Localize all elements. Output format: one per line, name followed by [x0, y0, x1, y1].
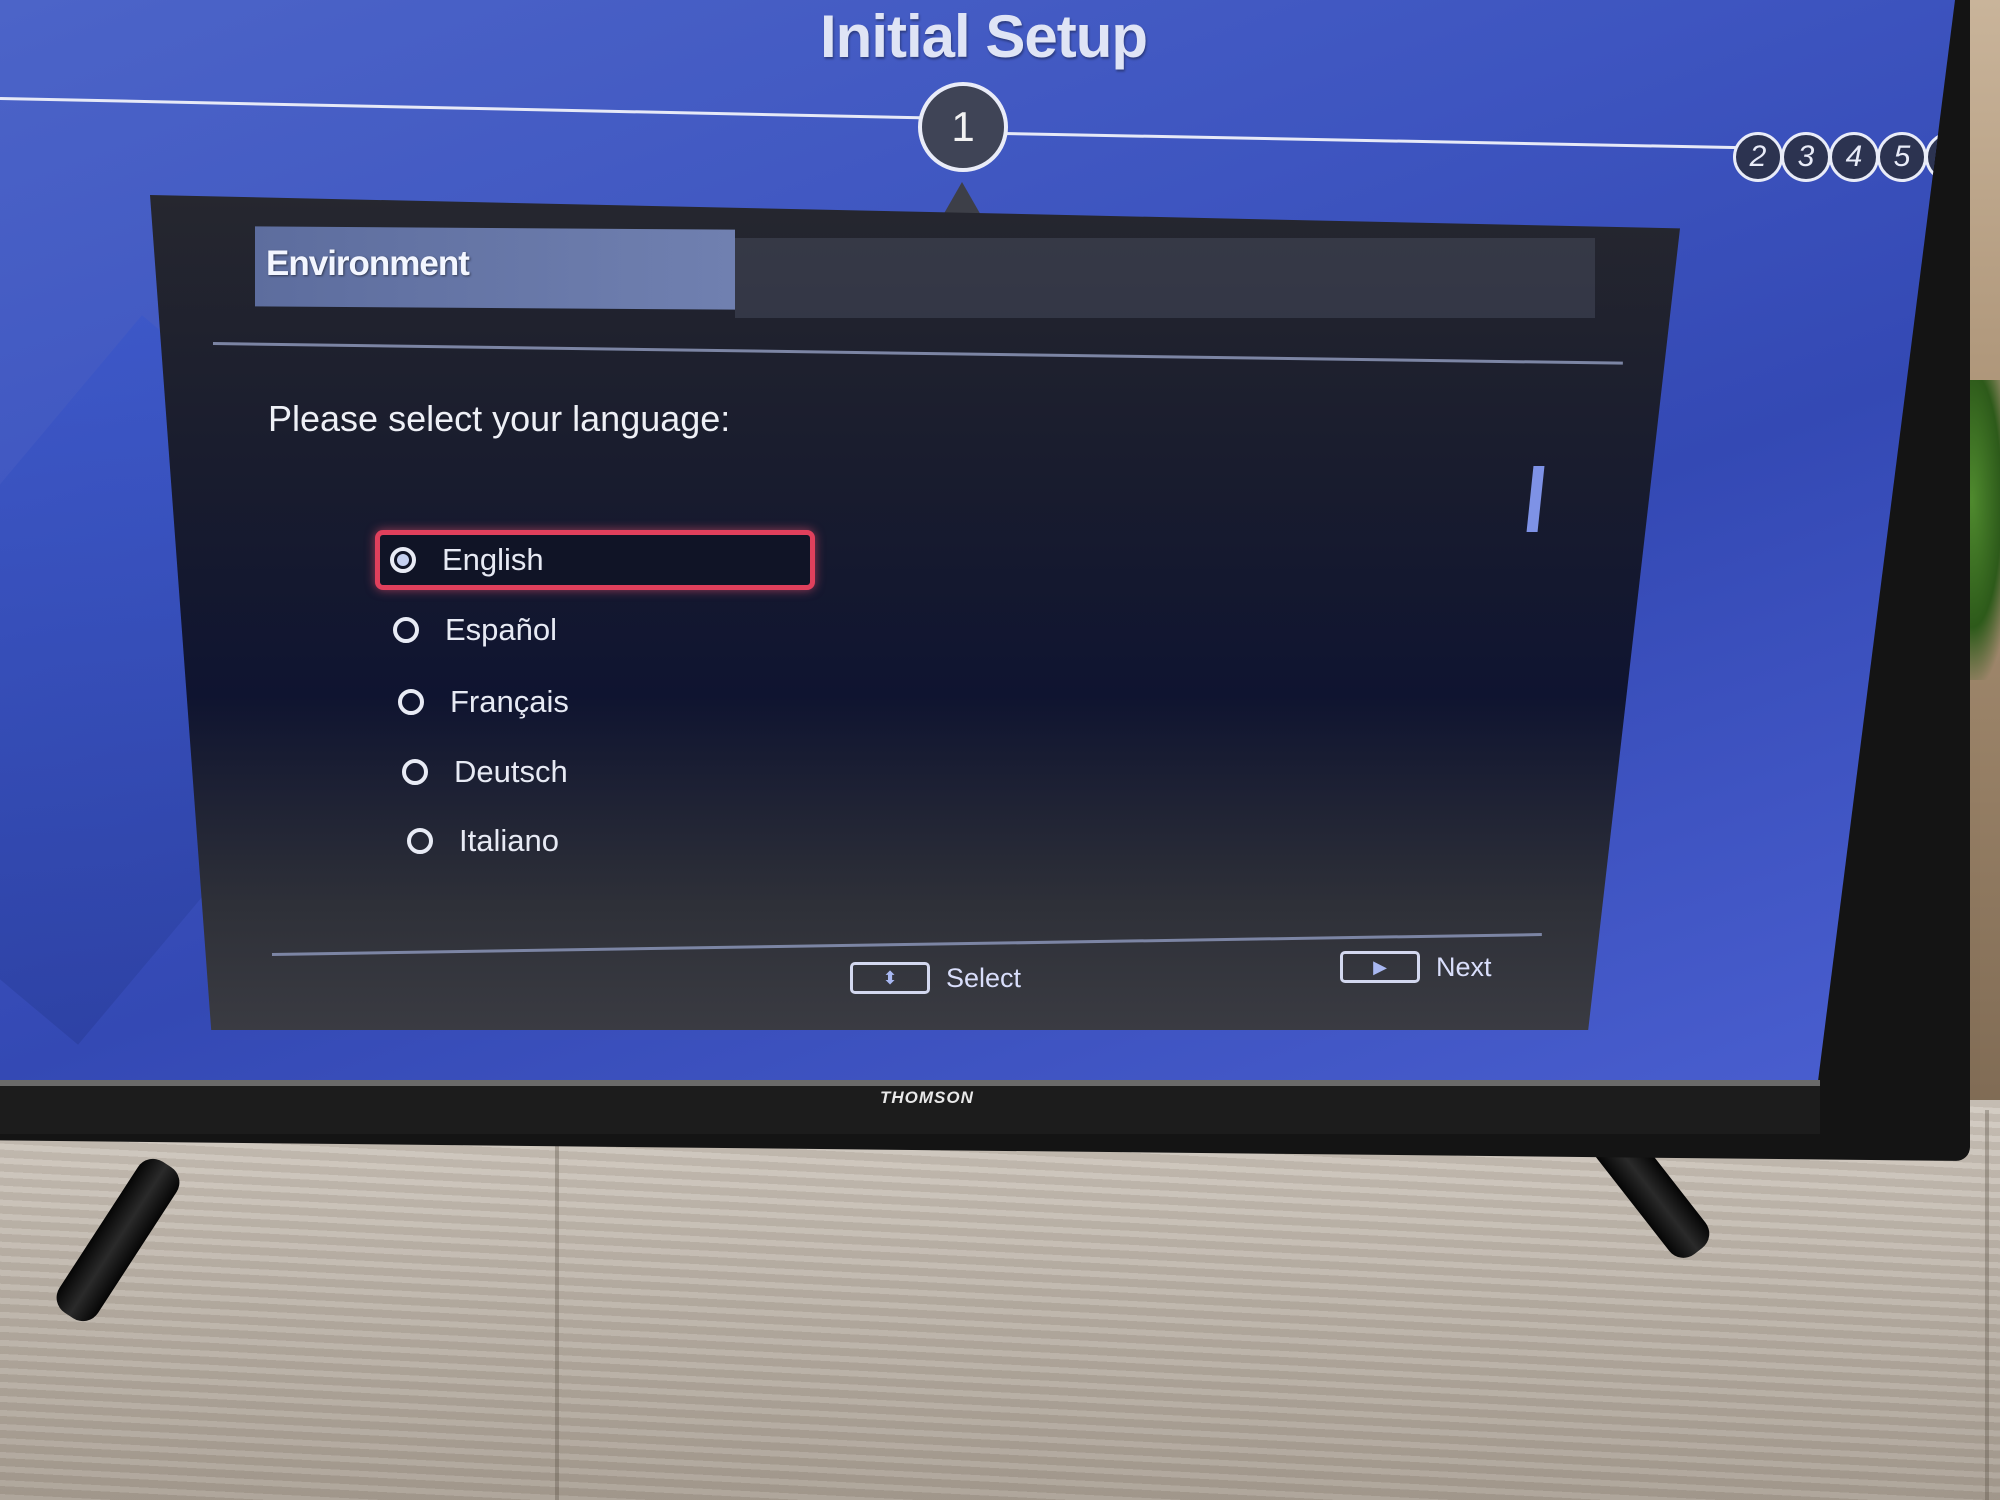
progress-track-right [1003, 132, 1739, 150]
step-indicator: 3 [1781, 132, 1831, 182]
tv-brand-logo: THOMSON [880, 1088, 974, 1107]
language-label: Français [450, 684, 569, 719]
page-title: Initial Setup [820, 3, 1148, 70]
step-indicator: 2 [1733, 132, 1783, 182]
step-indicator: 5 [1877, 132, 1927, 182]
radio-icon [393, 617, 419, 643]
tv-screen: Initial Setup 1 2 3 4 5 6 Environment Pl… [0, 0, 1955, 1080]
radio-icon [398, 689, 424, 715]
select-hint-label: Select [946, 962, 1022, 993]
language-label: Español [445, 612, 558, 647]
language-label: Italiano [459, 823, 559, 858]
step-number: 4 [1845, 140, 1863, 173]
step-indicator: 4 [1829, 132, 1879, 182]
table-seam [1985, 1110, 1989, 1500]
progress-track-left [0, 97, 920, 120]
language-option-francais[interactable]: Français [398, 684, 569, 720]
language-label: Deutsch [454, 754, 568, 789]
up-down-arrows-icon: ⬍ [850, 962, 930, 994]
language-label: English [442, 542, 544, 577]
section-header-bar [735, 238, 1595, 318]
language-option-deutsch[interactable]: Deutsch [402, 754, 568, 790]
section-title: Environment [266, 244, 470, 283]
play-arrow-icon: ▶ [1340, 951, 1420, 983]
language-option-espanol[interactable]: Español [393, 612, 557, 648]
next-label: Next [1436, 951, 1492, 982]
radio-icon [407, 828, 433, 854]
language-option-english[interactable]: English [375, 530, 815, 590]
radio-selected-icon [390, 547, 416, 573]
setup-dialog [150, 195, 1680, 1030]
select-hint: ⬍ Select [850, 962, 1021, 994]
language-option-italiano[interactable]: Italiano [407, 823, 559, 859]
step-indicators-upcoming: 2 3 4 5 6 [1733, 132, 1955, 182]
table-seam [555, 1110, 559, 1500]
step-number: 1 [951, 103, 975, 150]
step-number: 2 [1749, 140, 1767, 173]
radio-icon [402, 759, 428, 785]
step-number: 5 [1893, 140, 1911, 173]
language-prompt: Please select your language: [268, 398, 731, 439]
tabletop [0, 1100, 2000, 1500]
next-button[interactable]: ▶ Next [1340, 951, 1492, 983]
step-indicator-current: 1 [918, 82, 1008, 172]
step-number: 3 [1797, 140, 1815, 173]
